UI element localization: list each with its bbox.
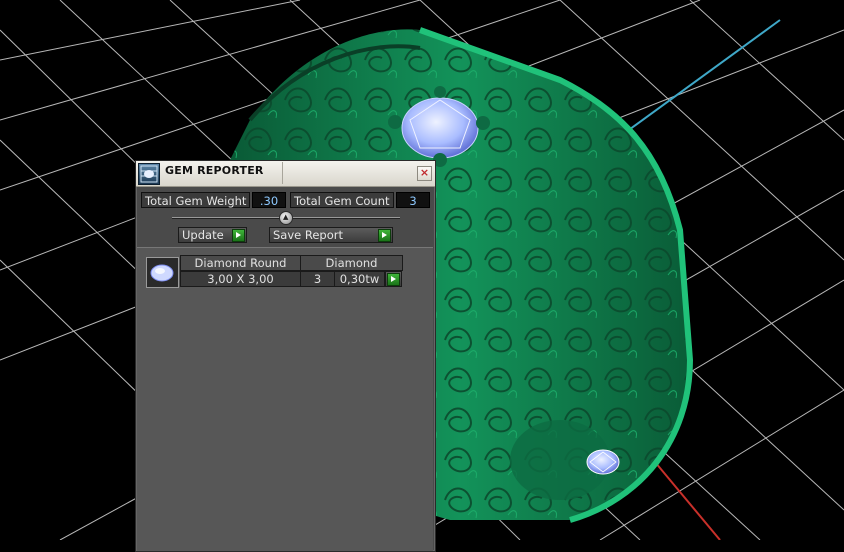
panel-slider-handle[interactable]: ▲ [279, 211, 293, 225]
gem-thumbnail [146, 257, 179, 288]
titlebar-divider [282, 162, 283, 184]
side-gem[interactable] [586, 449, 620, 475]
update-button-label: Update [182, 228, 224, 242]
close-button[interactable]: × [417, 166, 432, 181]
save-report-button-label: Save Report [273, 228, 344, 242]
panel-titlebar[interactable]: GEM REPORTER × [136, 161, 435, 187]
gem-weight-cell: 0,30tw [334, 271, 385, 287]
save-report-button[interactable]: Save Report [269, 227, 393, 243]
total-gem-weight-label: Total Gem Weight [141, 192, 250, 208]
total-gem-weight-value: .30 [252, 192, 286, 208]
gem-reporter-panel: GEM REPORTER × Total Gem Weight .30 Tota… [135, 160, 436, 552]
gem-material-cell: Diamond [300, 255, 403, 271]
gem-list[interactable]: Diamond Round Diamond 3,00 X 3,00 3 0,30… [137, 247, 433, 551]
update-button[interactable]: Update [178, 227, 247, 243]
gem-row-action-button[interactable] [385, 271, 402, 287]
play-icon [232, 229, 245, 242]
total-gem-count-label: Total Gem Count [290, 192, 394, 208]
chevron-up-icon: ▲ [283, 213, 289, 221]
gem-count-cell: 3 [300, 271, 335, 287]
gem-size-cell: 3,00 X 3,00 [180, 271, 301, 287]
total-gem-count-value: 3 [396, 192, 430, 208]
panel-title: GEM REPORTER [165, 164, 264, 177]
play-icon [387, 273, 400, 286]
gem-reporter-icon [138, 163, 160, 185]
play-icon [378, 229, 391, 242]
gem-shape-cell: Diamond Round [180, 255, 301, 271]
